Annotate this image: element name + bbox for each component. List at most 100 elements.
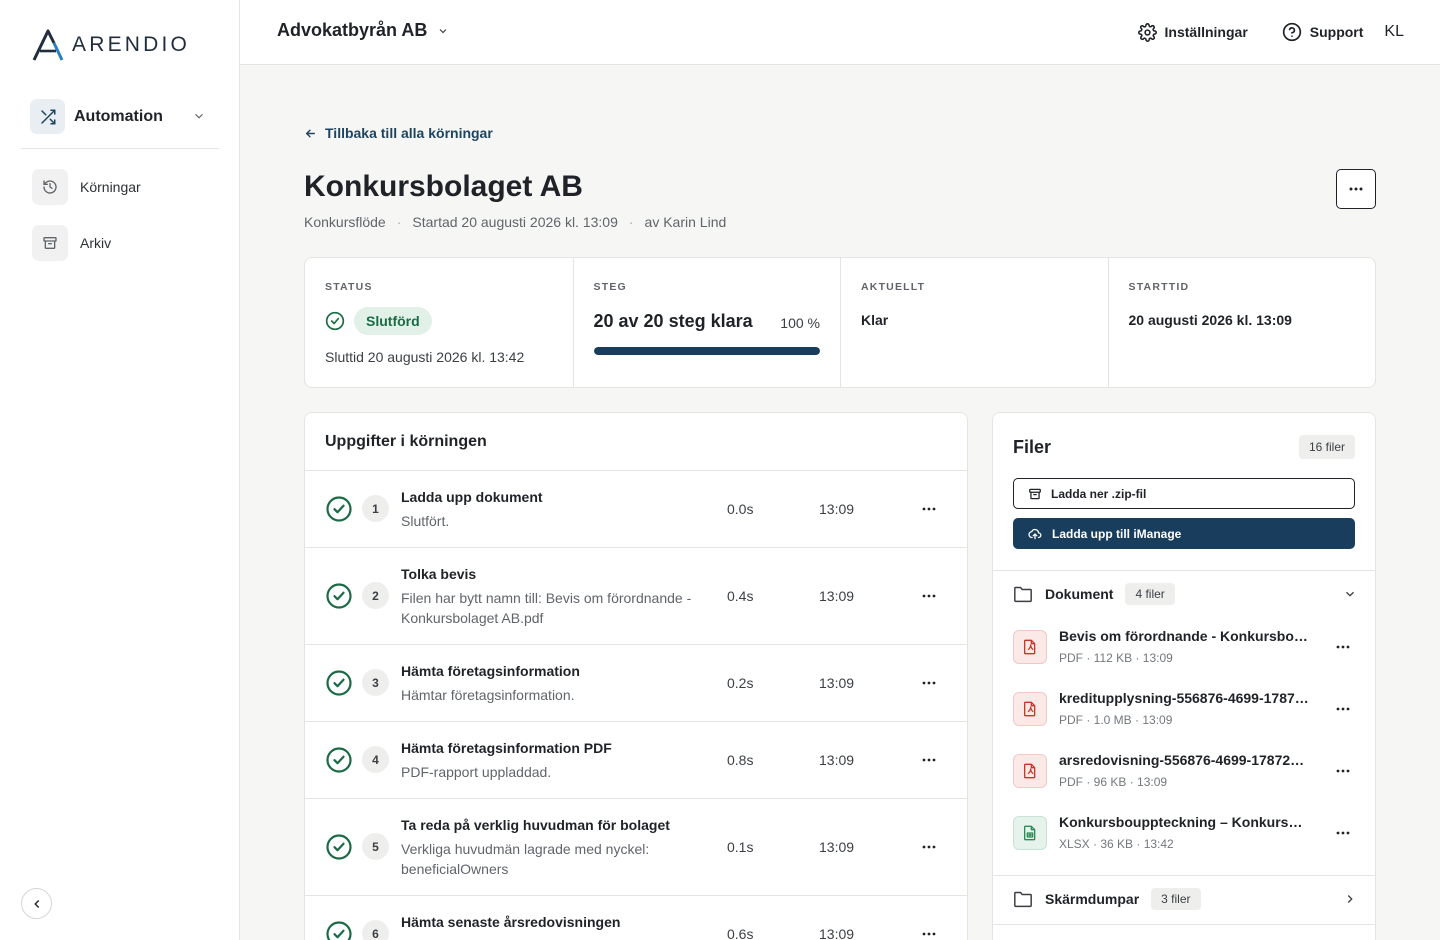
spreadsheet-file-icon <box>1013 816 1047 850</box>
task-name: Hämta företagsinformation PDF <box>401 740 612 756</box>
task-number: 4 <box>362 746 389 773</box>
file-more-icon[interactable] <box>1331 761 1355 781</box>
task-row[interactable]: 1 Ladda upp dokument Slutfört. 0.0s 13:0… <box>305 471 967 548</box>
file-meta: XLSX · 36 KB · 13:42 <box>1059 837 1174 851</box>
meta-author: av Karin Lind <box>644 214 727 230</box>
task-row[interactable]: 2 Tolka bevis Filen har bytt namn till: … <box>305 548 967 645</box>
stat-current: AKTUELLT Klar <box>840 258 1108 387</box>
task-time: 13:09 <box>819 675 855 691</box>
files-count-badge: 16 filer <box>1298 435 1355 459</box>
org-name: Advokatbyrån AB <box>277 20 428 40</box>
stat-label: STARTTID <box>1128 281 1190 293</box>
check-circle-icon <box>326 670 352 696</box>
task-number: 3 <box>362 669 389 696</box>
download-zip-label: Ladda ner .zip-fil <box>1051 486 1147 501</box>
task-number: 2 <box>362 582 389 609</box>
file-item[interactable]: arsredovisning-556876-4699-1787221.pdf P… <box>1013 751 1357 795</box>
file-meta: PDF · 1.0 MB · 13:09 <box>1059 713 1173 727</box>
run-stats: STATUS Slutförd Sluttid 20 augusti 2026 … <box>304 257 1376 388</box>
start-value: 20 augusti 2026 kl. 13:09 <box>1128 312 1292 328</box>
task-name: Hämta företagsinformation <box>401 663 580 679</box>
file-more-icon[interactable] <box>1331 823 1355 843</box>
files-title: Filer <box>1013 437 1052 457</box>
logo-mark-icon <box>32 29 64 61</box>
org-switcher[interactable]: Advokatbyrån AB <box>277 20 449 41</box>
chevron-down-icon <box>195 113 203 119</box>
meta-flow: Konkursflöde <box>304 214 386 230</box>
file-item[interactable]: Bevis om förordnande - Konkursbolaget AB… <box>1013 627 1357 671</box>
check-circle-icon <box>326 747 352 773</box>
archive-icon <box>32 225 68 261</box>
task-more-icon[interactable] <box>917 499 941 519</box>
task-name: Ladda upp dokument <box>401 489 543 505</box>
folder-count-badge: 4 filer <box>1125 583 1175 605</box>
stat-steps: STEG 20 av 20 steg klara 100 % <box>572 258 841 387</box>
files-panel: Filer 16 filer Ladda ner .zip-fil Ladda … <box>992 412 1376 940</box>
file-meta: PDF · 112 KB · 13:09 <box>1059 651 1173 665</box>
support-label: Support <box>1309 24 1364 40</box>
upload-imanage-label: Ladda upp till iManage <box>1052 526 1182 541</box>
settings-label: Inställningar <box>1164 24 1248 40</box>
pdf-file-icon <box>1013 754 1047 788</box>
archive-icon <box>1029 488 1041 499</box>
task-more-icon[interactable] <box>917 673 941 693</box>
task-description: Hämtar företagsinformation. <box>401 687 575 703</box>
task-duration: 0.6s <box>727 926 754 940</box>
top-bar: Advokatbyrån AB Inställningar Support KL <box>240 0 1440 65</box>
task-row[interactable]: 4 Hämta företagsinformation PDF PDF-rapp… <box>305 722 967 799</box>
task-row[interactable]: 5 Ta reda på verklig huvudman för bolage… <box>305 799 967 896</box>
file-name: kreditupplysning-556876-4699-1787221.pdf <box>1059 690 1311 706</box>
settings-button[interactable]: Inställningar <box>1137 22 1248 42</box>
file-item[interactable]: Konkursbouppteckning – Konkursbolaget AB… <box>1013 813 1357 857</box>
task-time: 13:09 <box>819 501 855 517</box>
cloud-upload-icon <box>1028 528 1042 539</box>
task-duration: 0.4s <box>727 588 754 604</box>
task-name: Ta reda på verklig huvudman för bolaget <box>401 817 670 833</box>
file-meta: PDF · 96 KB · 13:09 <box>1059 775 1168 789</box>
download-zip-button[interactable]: Ladda ner .zip-fil <box>1013 478 1355 509</box>
arrow-left-icon <box>306 129 315 137</box>
pdf-file-icon <box>1013 630 1047 664</box>
folder-icon <box>1014 891 1032 908</box>
task-more-icon[interactable] <box>917 837 941 857</box>
divider <box>993 570 1375 571</box>
task-time: 13:09 <box>819 588 855 604</box>
task-more-icon[interactable] <box>917 750 941 770</box>
chevron-right-icon <box>1347 895 1353 903</box>
user-avatar[interactable]: KL <box>1384 23 1404 41</box>
stat-start: STARTTID 20 augusti 2026 kl. 13:09 <box>1107 258 1376 387</box>
upload-imanage-button[interactable]: Ladda upp till iManage <box>1013 518 1355 549</box>
check-circle-icon <box>326 583 352 609</box>
collapse-sidebar-button[interactable] <box>21 888 52 919</box>
run-actions-button[interactable] <box>1336 169 1376 209</box>
file-more-icon[interactable] <box>1331 699 1355 719</box>
shuffle-icon <box>30 99 65 134</box>
folder-icon <box>1014 586 1032 603</box>
task-number: 6 <box>362 920 389 940</box>
chevron-down-icon <box>1346 591 1354 597</box>
support-button[interactable]: Support <box>1282 22 1364 42</box>
folder-dokument[interactable]: Dokument 4 filer <box>1013 581 1357 607</box>
task-row[interactable]: 6 Hämta senaste årsredovisningen 0.6s 13… <box>305 896 967 940</box>
task-row[interactable]: 3 Hämta företagsinformation Hämtar föret… <box>305 645 967 722</box>
file-more-icon[interactable] <box>1331 637 1355 657</box>
task-duration: 0.0s <box>727 501 754 517</box>
steps-percent: 100 % <box>780 315 820 331</box>
folder-skarmdumpar[interactable]: Skärmdumpar 3 filer <box>1013 886 1357 912</box>
stat-label: STATUS <box>325 281 373 293</box>
arendio-logo[interactable]: ARENDIO <box>32 28 190 62</box>
task-more-icon[interactable] <box>917 586 941 606</box>
task-description: Slutfört. <box>401 513 450 529</box>
task-time: 13:09 <box>819 926 855 940</box>
pdf-file-icon <box>1013 692 1047 726</box>
module-switcher[interactable]: Automation <box>30 99 214 134</box>
sidebar-item-korningar[interactable]: Körningar <box>32 169 212 205</box>
sidebar-item-arkiv[interactable]: Arkiv <box>32 225 212 261</box>
chevron-left-icon <box>33 899 39 908</box>
task-duration: 0.2s <box>727 675 754 691</box>
task-number: 5 <box>362 833 389 860</box>
file-item[interactable]: kreditupplysning-556876-4699-1787221.pdf… <box>1013 689 1357 733</box>
back-to-runs-link[interactable]: Tillbaka till alla körningar <box>304 125 493 141</box>
task-more-icon[interactable] <box>917 924 941 940</box>
stat-label: AKTUELLT <box>861 281 926 293</box>
